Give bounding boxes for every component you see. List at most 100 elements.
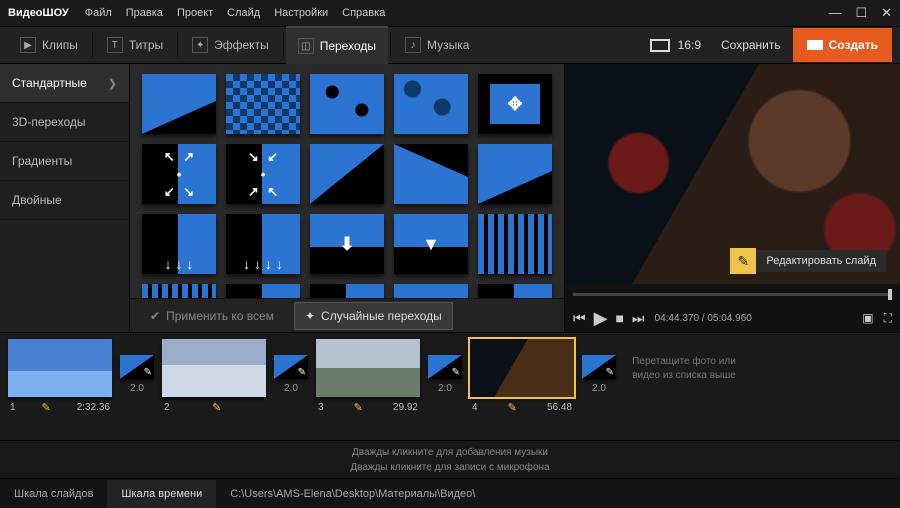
tab-transitions[interactable]: ◫Переходы bbox=[286, 26, 388, 64]
timeline-slide[interactable]: 3✎29.92 bbox=[316, 339, 420, 418]
category-standard[interactable]: Стандартные❯ bbox=[0, 64, 129, 103]
tab-titles[interactable]: TТитры bbox=[95, 26, 175, 64]
category-label: 3D-переходы bbox=[12, 115, 86, 129]
category-gradients[interactable]: Градиенты bbox=[0, 142, 129, 181]
snapshot-icon[interactable]: ▣ bbox=[862, 311, 873, 326]
down-arrows-icon: ↓ ↓ ↓ ↓ bbox=[226, 256, 300, 272]
close-icon[interactable]: ✕ bbox=[881, 5, 892, 21]
transition-thumb[interactable]: ↘↙•↗↖ bbox=[226, 144, 300, 204]
transition-thumb[interactable]: ◀ bbox=[226, 284, 300, 298]
pencil-icon[interactable]: ✎ bbox=[452, 367, 460, 378]
menu-file[interactable]: Файл bbox=[85, 7, 112, 19]
next-button[interactable]: ⏭ bbox=[632, 310, 645, 327]
tab-music-label: Музыка bbox=[427, 38, 469, 52]
prev-button[interactable]: ⏮ bbox=[573, 310, 586, 327]
seek-track[interactable] bbox=[573, 293, 892, 296]
transition-thumb[interactable] bbox=[478, 214, 552, 274]
pencil-icon[interactable]: ✎ bbox=[41, 401, 50, 414]
category-3d[interactable]: 3D-переходы bbox=[0, 103, 129, 142]
create-button[interactable]: Создать bbox=[793, 28, 892, 62]
timeline-slide[interactable]: 2✎ bbox=[162, 339, 266, 418]
pencil-icon[interactable]: ✎ bbox=[606, 367, 614, 378]
transition-thumb[interactable]: ↖↗•↙↘ bbox=[142, 144, 216, 204]
apply-all-label: Применить ко всем bbox=[166, 309, 274, 323]
pencil-icon[interactable]: ✎ bbox=[354, 401, 363, 414]
tab-clips-label: Клипы bbox=[42, 38, 78, 52]
transition-thumb[interactable] bbox=[478, 144, 552, 204]
preview-seekbar[interactable] bbox=[565, 284, 900, 304]
transition-thumb[interactable]: ✥ bbox=[478, 74, 552, 134]
down-arrows-icon: ↓ ↓ ↓ bbox=[142, 256, 216, 272]
slide-scale-tab[interactable]: Шкала слайдов bbox=[0, 480, 107, 508]
transition-thumb[interactable]: ↓ ↓ ↓ bbox=[142, 214, 216, 274]
transition-duration: 2.0 bbox=[130, 383, 144, 394]
timeline-transition[interactable]: ✎2.0 bbox=[272, 339, 310, 394]
pencil-icon[interactable]: ✎ bbox=[298, 367, 306, 378]
pencil-icon[interactable]: ✎ bbox=[508, 401, 517, 414]
menu-project[interactable]: Проект bbox=[177, 7, 213, 19]
timeline-transition[interactable]: ✎2.0 bbox=[580, 339, 618, 394]
time-scale-tab[interactable]: Шкала времени bbox=[107, 480, 216, 508]
toolbar-separator bbox=[283, 32, 284, 58]
slide-thumb[interactable] bbox=[316, 339, 420, 397]
random-label: Случайные переходы bbox=[321, 309, 442, 323]
aspect-ratio[interactable]: 16:9 bbox=[650, 38, 701, 52]
transition-thumb[interactable]: ▶▶ bbox=[142, 284, 216, 298]
camera-icon bbox=[807, 40, 823, 50]
maximize-icon[interactable]: ☐ bbox=[855, 5, 867, 21]
save-button[interactable]: Сохранить bbox=[721, 38, 781, 52]
tab-clips[interactable]: ▶Клипы bbox=[8, 26, 90, 64]
edit-slide-button[interactable]: ✎ Редактировать слайд bbox=[730, 248, 886, 274]
menu-help[interactable]: Справка bbox=[342, 7, 385, 19]
play-button[interactable]: ▶ bbox=[594, 308, 608, 329]
footer: Шкала слайдов Шкала времени C:\Users\AMS… bbox=[0, 478, 900, 508]
mic-record-hint[interactable]: Дважды кликните для записи с микрофона bbox=[350, 460, 549, 475]
menu-edit[interactable]: Правка bbox=[126, 7, 163, 19]
transition-thumb[interactable] bbox=[478, 284, 552, 298]
slide-thumb[interactable] bbox=[8, 339, 112, 397]
transition-thumb[interactable] bbox=[310, 144, 384, 204]
transition-duration: 2.0 bbox=[592, 383, 606, 394]
category-double[interactable]: Двойные bbox=[0, 181, 129, 220]
music-icon: ♪ bbox=[405, 37, 421, 53]
music-add-hint[interactable]: Дважды кликните для добавления музыки bbox=[352, 445, 548, 460]
apply-all-button[interactable]: ✔Применить ко всем bbox=[140, 303, 284, 329]
pencil-icon[interactable]: ✎ bbox=[212, 401, 221, 414]
transition-thumb[interactable] bbox=[394, 74, 468, 134]
transition-thumb[interactable]: ↑ ↓ ↑ bbox=[394, 284, 468, 298]
fullscreen-icon[interactable]: ⛶ bbox=[884, 311, 892, 326]
slide-number: 4 bbox=[472, 402, 478, 413]
transition-thumb[interactable] bbox=[394, 144, 468, 204]
slide-thumb[interactable] bbox=[162, 339, 266, 397]
pencil-icon[interactable]: ✎ bbox=[144, 367, 152, 378]
toolbar: ▶Клипы TТитры ✦Эффекты ◫Переходы ♪ Музыка… bbox=[0, 26, 900, 64]
grid-actions: ✔Применить ко всем ✦Случайные переходы bbox=[130, 298, 564, 332]
timeline: 1✎2:32.36 ✎2.0 2✎ ✎2.0 3✎29.92 ✎2.0 4✎56… bbox=[0, 332, 900, 440]
transition-duration: 2.0 bbox=[438, 383, 452, 394]
menu-settings[interactable]: Настройки bbox=[274, 7, 328, 19]
transition-thumb[interactable] bbox=[226, 74, 300, 134]
timecode: 04:44.370 / 05:04.960 bbox=[655, 313, 752, 324]
tab-music[interactable]: ♪ Музыка bbox=[393, 26, 481, 64]
preview-image: ✎ Редактировать слайд bbox=[565, 64, 900, 284]
stop-button[interactable]: ■ bbox=[615, 310, 623, 326]
menu-slide[interactable]: Слайд bbox=[227, 7, 260, 19]
transition-thumb[interactable] bbox=[142, 74, 216, 134]
timeline-slide[interactable]: 1✎2:32.36 bbox=[8, 339, 112, 418]
minimize-icon[interactable]: — bbox=[828, 5, 841, 21]
random-transitions-button[interactable]: ✦Случайные переходы bbox=[294, 302, 453, 330]
timeline-drop-hint[interactable]: Перетащите фото или видео из списка выше bbox=[624, 339, 744, 399]
slide-duration: 29.92 bbox=[393, 402, 418, 413]
tab-effects[interactable]: ✦Эффекты bbox=[180, 26, 281, 64]
slide-thumb[interactable] bbox=[470, 339, 574, 397]
timeline-slide-selected[interactable]: 4✎56.48 bbox=[470, 339, 574, 418]
timeline-transition[interactable]: ✎2.0 bbox=[118, 339, 156, 394]
transition-thumb[interactable]: ⬇ bbox=[310, 214, 384, 274]
transition-thumb[interactable]: ▼ bbox=[394, 214, 468, 274]
down-arrow-icon: ⬇ bbox=[310, 214, 384, 274]
timeline-transition[interactable]: ✎2.0 bbox=[426, 339, 464, 394]
seek-knob[interactable] bbox=[888, 289, 892, 300]
transition-thumb[interactable]: ↓ ↓ ↓ ↓ bbox=[226, 214, 300, 274]
transition-thumb[interactable] bbox=[310, 74, 384, 134]
transition-thumb[interactable]: ▶ bbox=[310, 284, 384, 298]
